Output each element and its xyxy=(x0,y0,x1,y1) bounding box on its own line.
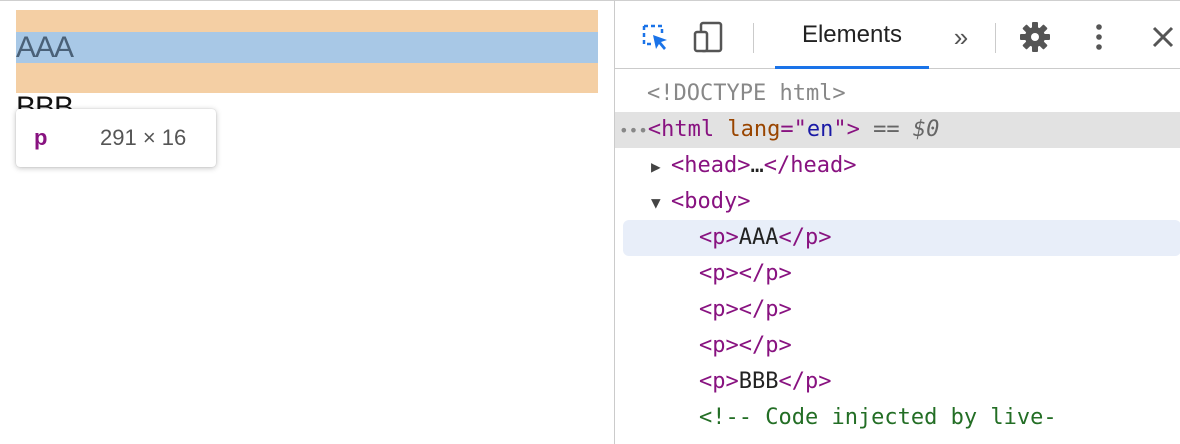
doctype-text: <!DOCTYPE html> xyxy=(647,81,846,106)
tree-row-head[interactable]: ▶ <head>…</head> xyxy=(615,148,1180,184)
tab-elements[interactable]: Elements xyxy=(775,1,929,69)
html-open-tag: <html xyxy=(647,117,715,142)
kebab-menu-icon[interactable] xyxy=(1081,19,1117,55)
html-close-bracket: "> xyxy=(833,117,860,142)
p-open-tag: <p> xyxy=(699,261,739,286)
tree-row-body[interactable]: ▼ <body> xyxy=(615,184,1180,220)
ellipsis-dots-icon[interactable]: ••• xyxy=(619,121,648,140)
tree-row-p-aaa[interactable]: <p>AAA</p> xyxy=(623,220,1180,256)
tree-row-html[interactable]: •••<html lang="en"> == $0 xyxy=(615,112,1180,148)
p-close-tag: </p> xyxy=(778,369,832,394)
tree-row-p-empty[interactable]: <p></p> xyxy=(615,292,1180,328)
page-viewport: AAA BBB p 291 × 16 xyxy=(0,0,614,444)
active-tab-indicator xyxy=(775,66,929,69)
p-close-tag: </p> xyxy=(738,261,792,286)
paragraph-aaa: AAA xyxy=(16,31,74,64)
comment-text: <!-- Code injected by live- xyxy=(699,405,1057,430)
paragraph-bbb: BBB xyxy=(16,93,73,109)
html-attr-value: en xyxy=(806,117,834,142)
tooltip-dimensions: 291 × 16 xyxy=(100,125,187,150)
p-open-tag: <p> xyxy=(699,369,739,394)
settings-gear-icon[interactable] xyxy=(1017,19,1053,55)
content-highlight xyxy=(16,32,598,63)
p-open-tag: <p> xyxy=(699,333,739,358)
inspect-element-icon[interactable] xyxy=(637,19,673,55)
tooltip-tag: p xyxy=(34,125,48,150)
expand-triangle-icon[interactable]: ▶ xyxy=(651,149,671,185)
p-open-tag: <p> xyxy=(699,225,739,250)
toolbar-separator xyxy=(753,23,754,53)
margin-highlight-bottom xyxy=(16,63,598,93)
p-text: AAA xyxy=(738,225,779,250)
head-close-tag: </head> xyxy=(763,153,857,178)
margin-highlight-top xyxy=(16,10,598,32)
inspect-tooltip: p 291 × 16 xyxy=(16,109,216,167)
head-ellipsis: … xyxy=(750,153,764,178)
toolbar-separator xyxy=(995,23,996,53)
p-close-tag: </p> xyxy=(738,333,792,358)
dom-tree: <!DOCTYPE html> •••<html lang="en"> == $… xyxy=(615,70,1180,444)
tree-row-comment[interactable]: <!-- Code injected by live- xyxy=(615,400,1180,436)
tree-row-doctype[interactable]: <!DOCTYPE html> xyxy=(615,76,1180,112)
collapse-triangle-icon[interactable]: ▼ xyxy=(651,185,671,221)
head-open-tag: <head> xyxy=(671,153,751,178)
body-open-tag: <body> xyxy=(671,189,751,214)
p-text: BBB xyxy=(738,369,779,394)
selected-node-marker: == $0 xyxy=(873,117,940,142)
devtools-panel: Elements » <!DOCTYPE html> •••<html lang… xyxy=(614,0,1180,444)
tree-row-p-empty[interactable]: <p></p> xyxy=(615,328,1180,364)
html-attr-eq: =" xyxy=(780,117,807,142)
tree-row-p-bbb[interactable]: <p>BBB</p> xyxy=(615,364,1180,400)
p-open-tag: <p> xyxy=(699,297,739,322)
devtools-toolbar: Elements » xyxy=(615,1,1180,69)
more-tabs-icon[interactable]: » xyxy=(943,19,979,55)
p-close-tag: </p> xyxy=(778,225,832,250)
device-toggle-icon[interactable] xyxy=(691,19,727,55)
tree-row-p-empty[interactable]: <p></p> xyxy=(615,256,1180,292)
p-close-tag: </p> xyxy=(738,297,792,322)
close-icon[interactable] xyxy=(1145,19,1180,55)
html-attr-name: lang xyxy=(727,117,781,142)
